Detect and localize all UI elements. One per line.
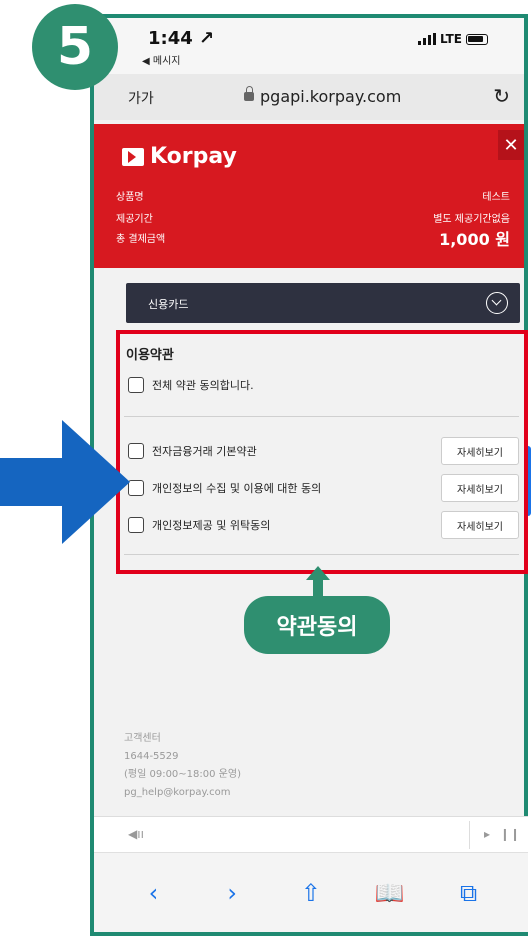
footer-line: (평일 09:00~18:00 운영) bbox=[124, 769, 241, 780]
footer-line: 고객센터 bbox=[124, 733, 161, 744]
term-checkbox[interactable] bbox=[128, 480, 144, 496]
status-time: 1:44 ↗ bbox=[148, 28, 215, 49]
address-bar[interactable]: 가가 pgapi.korpay.com ↻ bbox=[94, 74, 524, 120]
term-label: 개인정보의 수집 및 이용에 대한 동의 bbox=[152, 482, 322, 495]
lock-icon bbox=[244, 86, 254, 101]
tabs-icon[interactable]: ⧉ bbox=[449, 879, 489, 907]
battery-icon bbox=[466, 33, 488, 45]
footer-email: pg_help@korpay.com bbox=[124, 787, 231, 798]
terms-item-row[interactable]: 개인정보의 수집 및 이용에 대한 동의 자세히보기 bbox=[128, 473, 519, 503]
term-label: 전자금융거래 기본약관 bbox=[152, 445, 257, 458]
term-label: 개인정보제공 및 위탁동의 bbox=[152, 519, 271, 532]
korpay-mark-icon bbox=[122, 147, 144, 166]
url-text: pgapi.korpay.com bbox=[260, 87, 402, 106]
agree-all-checkbox[interactable] bbox=[128, 377, 144, 393]
total-row: 총 결제금액 1,000 원 bbox=[116, 230, 510, 250]
signal-status: LTE bbox=[417, 32, 488, 46]
forward-icon[interactable]: › bbox=[212, 879, 252, 907]
footer-line: 1644-5529 bbox=[124, 751, 179, 762]
signal-bars-icon bbox=[417, 33, 436, 45]
product-row: 상품명 테스트 bbox=[116, 188, 510, 203]
divider bbox=[124, 416, 519, 417]
tutorial-stage: 1:44 ↗ ◀ 메시지 LTE 가가 pgapi.korpay.com ↻ K… bbox=[0, 0, 531, 939]
period-row: 제공기간 별도 제공기간없음 bbox=[116, 210, 510, 225]
customer-center-info: 고객센터 1644-5529 (평일 09:00~18:00 운영) pg_he… bbox=[124, 730, 241, 802]
total-label: 총 결제금액 bbox=[116, 234, 166, 245]
product-label: 상품명 bbox=[116, 192, 144, 203]
agree-all-label: 전체 약관 동의합니다. bbox=[152, 379, 254, 392]
brand-name: Korpay bbox=[150, 144, 237, 169]
network-label: LTE bbox=[439, 32, 462, 46]
view-details-button[interactable]: 자세히보기 bbox=[441, 511, 519, 539]
back-to-app-link[interactable]: ◀ 메시지 bbox=[142, 52, 180, 67]
term-checkbox[interactable] bbox=[128, 443, 144, 459]
media-separator bbox=[469, 821, 470, 849]
view-details-button[interactable]: 자세히보기 bbox=[441, 474, 519, 502]
payment-method-select[interactable]: 신용카드 bbox=[126, 283, 520, 323]
pointer-arrow-icon bbox=[0, 420, 130, 544]
terms-item-row[interactable]: 개인정보제공 및 위탁동의 자세히보기 bbox=[128, 510, 519, 540]
close-button[interactable]: ✕ bbox=[498, 130, 524, 160]
product-value: 테스트 bbox=[482, 192, 510, 203]
bookmarks-icon[interactable]: 📖 bbox=[370, 879, 410, 907]
period-label: 제공기간 bbox=[116, 214, 153, 225]
status-bar: 1:44 ↗ ◀ 메시지 LTE bbox=[94, 18, 524, 74]
media-bar: ◀ıı ▸ ❙❙ bbox=[94, 816, 528, 852]
period-value: 별도 제공기간없음 bbox=[433, 214, 510, 225]
share-icon[interactable]: ⇧ bbox=[291, 879, 331, 907]
terms-item-row[interactable]: 전자금융거래 기본약관 자세히보기 bbox=[128, 436, 519, 466]
text-size-button[interactable]: 가가 bbox=[128, 88, 154, 108]
chevron-down-icon bbox=[486, 292, 508, 314]
step-badge: 5 bbox=[32, 4, 118, 90]
reload-icon[interactable]: ↻ bbox=[493, 84, 510, 108]
term-checkbox[interactable] bbox=[128, 517, 144, 533]
payment-header: Korpay ✕ 상품명 테스트 제공기간 별도 제공기간없음 총 결제금액 1… bbox=[94, 124, 524, 268]
view-details-button[interactable]: 자세히보기 bbox=[441, 437, 519, 465]
callout-label: 약관동의 bbox=[244, 596, 390, 654]
terms-title: 이용약관 bbox=[126, 348, 174, 363]
speaker-icon[interactable]: ◀ıı bbox=[128, 827, 144, 841]
browser-toolbar: ‹ › ⇧ 📖 ⧉ bbox=[94, 852, 528, 932]
play-icon[interactable]: ▸ bbox=[484, 827, 490, 841]
divider bbox=[124, 554, 519, 555]
back-icon[interactable]: ‹ bbox=[133, 879, 173, 907]
url-field[interactable]: pgapi.korpay.com bbox=[244, 86, 402, 106]
payment-method-label: 신용카드 bbox=[148, 298, 189, 311]
pause-icon[interactable]: ❙❙ bbox=[500, 827, 520, 841]
total-amount: 1,000 원 bbox=[439, 230, 510, 249]
agree-all-row[interactable]: 전체 약관 동의합니다. bbox=[128, 370, 519, 400]
korpay-logo: Korpay bbox=[122, 144, 237, 169]
callout-stem bbox=[313, 578, 323, 596]
